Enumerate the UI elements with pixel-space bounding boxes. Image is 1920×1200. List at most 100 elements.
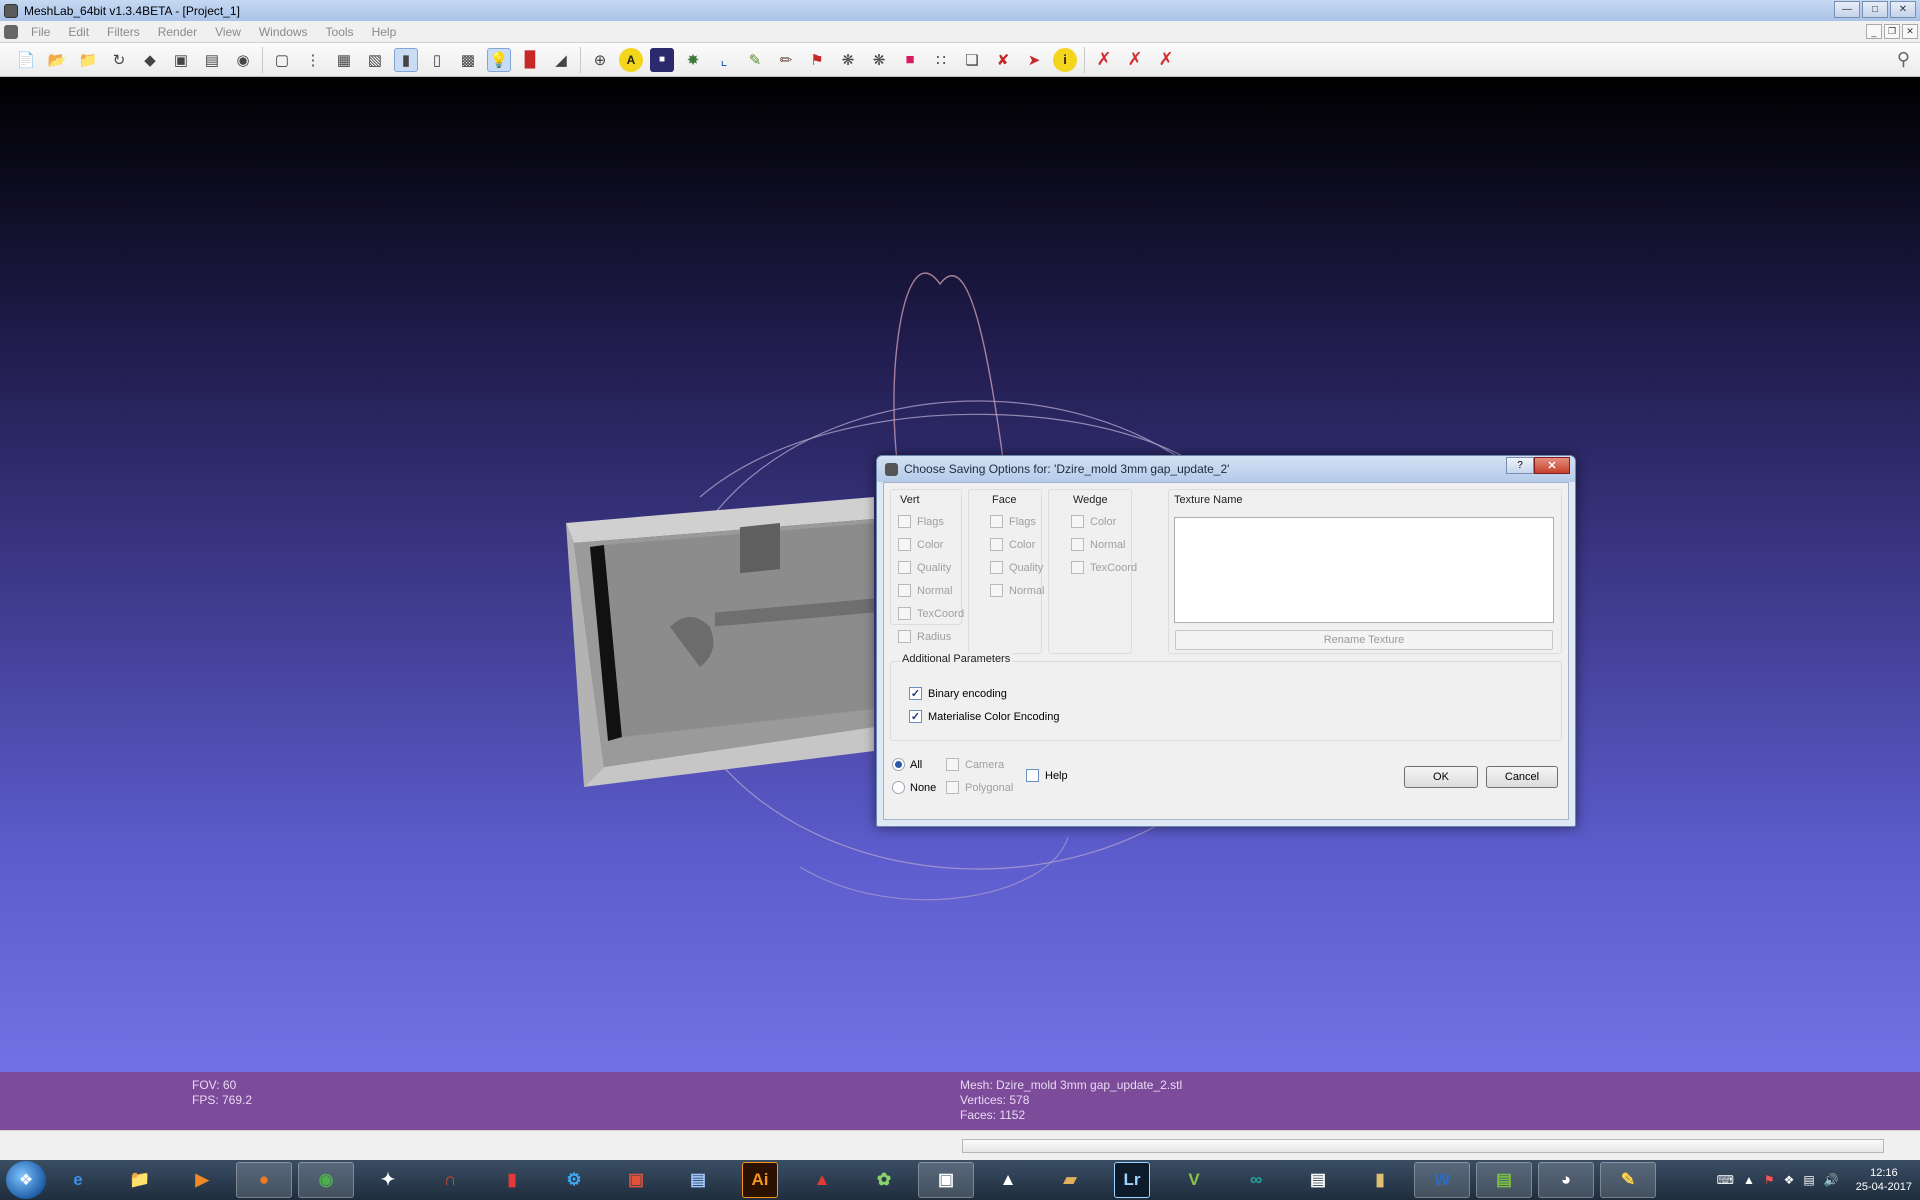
tray-expand-icon[interactable]: ▲ xyxy=(1743,1173,1755,1187)
hidden-lines-icon[interactable]: ▧ xyxy=(363,48,387,72)
menu-help[interactable]: Help xyxy=(363,25,406,39)
menu-edit[interactable]: Edit xyxy=(59,25,98,39)
help-checkbox[interactable]: Help xyxy=(1026,769,1068,782)
meshlab-taskbar-icon[interactable]: ▣ xyxy=(918,1162,974,1198)
wedge-texcoord-checkbox[interactable]: TexCoord xyxy=(1071,561,1137,574)
firefox-icon[interactable]: ● xyxy=(236,1162,292,1198)
ruler-app-icon[interactable]: ▮ xyxy=(1352,1162,1408,1198)
dialog-help-button[interactable]: ? xyxy=(1506,457,1534,474)
spreadsheet-icon[interactable]: ▤ xyxy=(1476,1162,1532,1198)
flat-shading-icon[interactable]: ▮ xyxy=(394,47,418,72)
network-icon[interactable]: ▤ xyxy=(670,1162,726,1198)
sketchup-icon[interactable]: ▮ xyxy=(484,1162,540,1198)
vert-quality-checkbox[interactable]: Quality xyxy=(898,561,951,574)
texture-icon[interactable]: ▩ xyxy=(456,48,480,72)
mdi-restore-button[interactable]: ❐ xyxy=(1884,24,1900,39)
face-flags-checkbox[interactable]: Flags xyxy=(990,515,1036,528)
dialog-title-bar[interactable]: Choose Saving Options for: 'Dzire_mold 3… xyxy=(877,456,1575,482)
menu-file[interactable]: File xyxy=(22,25,59,39)
zbrush-icon[interactable]: ✦ xyxy=(360,1162,416,1198)
vert-texcoord-checkbox[interactable]: TexCoord xyxy=(898,607,964,620)
network-tray-icon[interactable]: ▤ xyxy=(1803,1173,1814,1187)
vert-radius-checkbox[interactable]: Radius xyxy=(898,630,951,643)
all-radio[interactable]: All xyxy=(892,758,922,771)
select-connected-icon[interactable]: ❋ xyxy=(867,48,891,72)
materialise-color-encoding-checkbox[interactable]: ✓ Materialise Color Encoding xyxy=(909,710,1059,723)
search-icon[interactable]: ⚲ xyxy=(1897,49,1910,70)
scrapbook-icon[interactable]: ▣ xyxy=(608,1162,664,1198)
presentation-icon[interactable]: ▤ xyxy=(1290,1162,1346,1198)
menu-view[interactable]: View xyxy=(206,25,250,39)
illustrator-icon[interactable]: Ai xyxy=(742,1162,778,1198)
open-project-icon[interactable]: 📁 xyxy=(76,48,100,72)
smooth-shading-icon[interactable]: ▯ xyxy=(425,48,449,72)
wedge-color-checkbox[interactable]: Color xyxy=(1071,515,1116,528)
file-explorer-icon[interactable]: 📁 xyxy=(112,1162,168,1198)
maximize-button[interactable]: □ xyxy=(1862,1,1888,18)
pinwheel-app-icon[interactable]: ✿ xyxy=(856,1162,912,1198)
inkscape-icon[interactable]: ▲ xyxy=(980,1162,1036,1198)
color-select-icon[interactable]: ■ xyxy=(898,48,922,72)
screenshot-icon[interactable]: ▣ xyxy=(169,48,193,72)
brush-icon[interactable]: ✏ xyxy=(774,48,798,72)
arduino-icon[interactable]: ∞ xyxy=(1228,1162,1284,1198)
color-icon[interactable]: █ xyxy=(518,48,542,72)
minimize-button[interactable]: — xyxy=(1834,1,1860,18)
ok-button[interactable]: OK xyxy=(1404,766,1478,788)
mesh-icon[interactable]: ✸ xyxy=(681,48,705,72)
save-icon[interactable]: ◉ xyxy=(231,48,255,72)
vertex-quality-icon[interactable]: ■ xyxy=(650,47,674,72)
volume-icon[interactable]: 🔊 xyxy=(1824,1173,1839,1187)
select-vertices-icon[interactable]: ❋ xyxy=(836,48,860,72)
point-picker-icon[interactable]: ✘ xyxy=(991,48,1015,72)
wireframe-icon[interactable]: ▦ xyxy=(332,48,356,72)
doublesided-icon[interactable]: ◢ xyxy=(549,48,573,72)
binary-encoding-checkbox[interactable]: ✓ Binary encoding xyxy=(909,687,1007,700)
menu-tools[interactable]: Tools xyxy=(317,25,363,39)
lightroom-icon[interactable]: Lr xyxy=(1114,1162,1150,1198)
mdi-document-icon[interactable] xyxy=(4,24,18,39)
delete-faces-icon[interactable]: ✗ xyxy=(1092,48,1116,72)
menu-render[interactable]: Render xyxy=(149,25,206,39)
face-normal-checkbox[interactable]: Normal xyxy=(990,584,1044,597)
magnet-app-icon[interactable]: ∩ xyxy=(422,1162,478,1198)
clock[interactable]: 12:16 25-04-2017 xyxy=(1856,1166,1912,1194)
save-snapshot-icon[interactable]: ◆ xyxy=(138,48,162,72)
mdi-close-button[interactable]: ✕ xyxy=(1902,24,1918,39)
close-window-button[interactable]: ✕ xyxy=(1890,1,1916,18)
action-center-flag-icon[interactable]: ⚑ xyxy=(1764,1173,1775,1187)
start-button[interactable]: ❖ xyxy=(6,1161,46,1199)
acrobat-reader-icon[interactable]: ▲ xyxy=(794,1162,850,1198)
media-player-icon[interactable]: ▶ xyxy=(174,1162,230,1198)
chrome-icon[interactable]: ◉ xyxy=(298,1162,354,1198)
paint-icon[interactable]: ✎ xyxy=(743,48,767,72)
info-icon[interactable]: i xyxy=(1053,47,1077,72)
face-color-checkbox[interactable]: Color xyxy=(990,538,1035,551)
polygonal-checkbox[interactable]: Polygonal xyxy=(946,781,1013,794)
vectric-icon[interactable]: V xyxy=(1166,1162,1222,1198)
mdi-minimize-button[interactable]: _ xyxy=(1866,24,1882,39)
menu-windows[interactable]: Windows xyxy=(250,25,317,39)
dropbox-icon[interactable]: ❖ xyxy=(1784,1173,1795,1187)
pdf-icon[interactable]: ▰ xyxy=(1042,1162,1098,1198)
camera-app-icon[interactable]: ◕ xyxy=(1538,1162,1594,1198)
open-file-icon[interactable]: 📂 xyxy=(45,48,69,72)
dialog-close-button[interactable]: ✕ xyxy=(1534,457,1570,474)
camera-checkbox[interactable]: Camera xyxy=(946,758,1004,771)
internet-explorer-icon[interactable]: e xyxy=(50,1162,106,1198)
vert-flags-checkbox[interactable]: Flags xyxy=(898,515,944,528)
measure-icon[interactable]: ❏ xyxy=(960,48,984,72)
manipulate-icon[interactable]: ➤ xyxy=(1022,48,1046,72)
select-faces-icon[interactable]: ⚑ xyxy=(805,48,829,72)
points-icon[interactable]: ⋮ xyxy=(301,48,325,72)
vert-color-checkbox[interactable]: Color xyxy=(898,538,943,551)
menu-filters[interactable]: Filters xyxy=(98,25,149,39)
vert-normal-checkbox[interactable]: Normal xyxy=(898,584,952,597)
paint-app-icon[interactable]: ✎ xyxy=(1600,1162,1656,1198)
face-quality-checkbox[interactable]: Quality xyxy=(990,561,1043,574)
none-radio[interactable]: None xyxy=(892,781,936,794)
light-icon[interactable]: 💡 xyxy=(487,47,511,72)
bounding-box-icon[interactable]: ▢ xyxy=(270,48,294,72)
cancel-button[interactable]: Cancel xyxy=(1486,766,1558,788)
delete-vertices-icon[interactable]: ✗ xyxy=(1123,48,1147,72)
